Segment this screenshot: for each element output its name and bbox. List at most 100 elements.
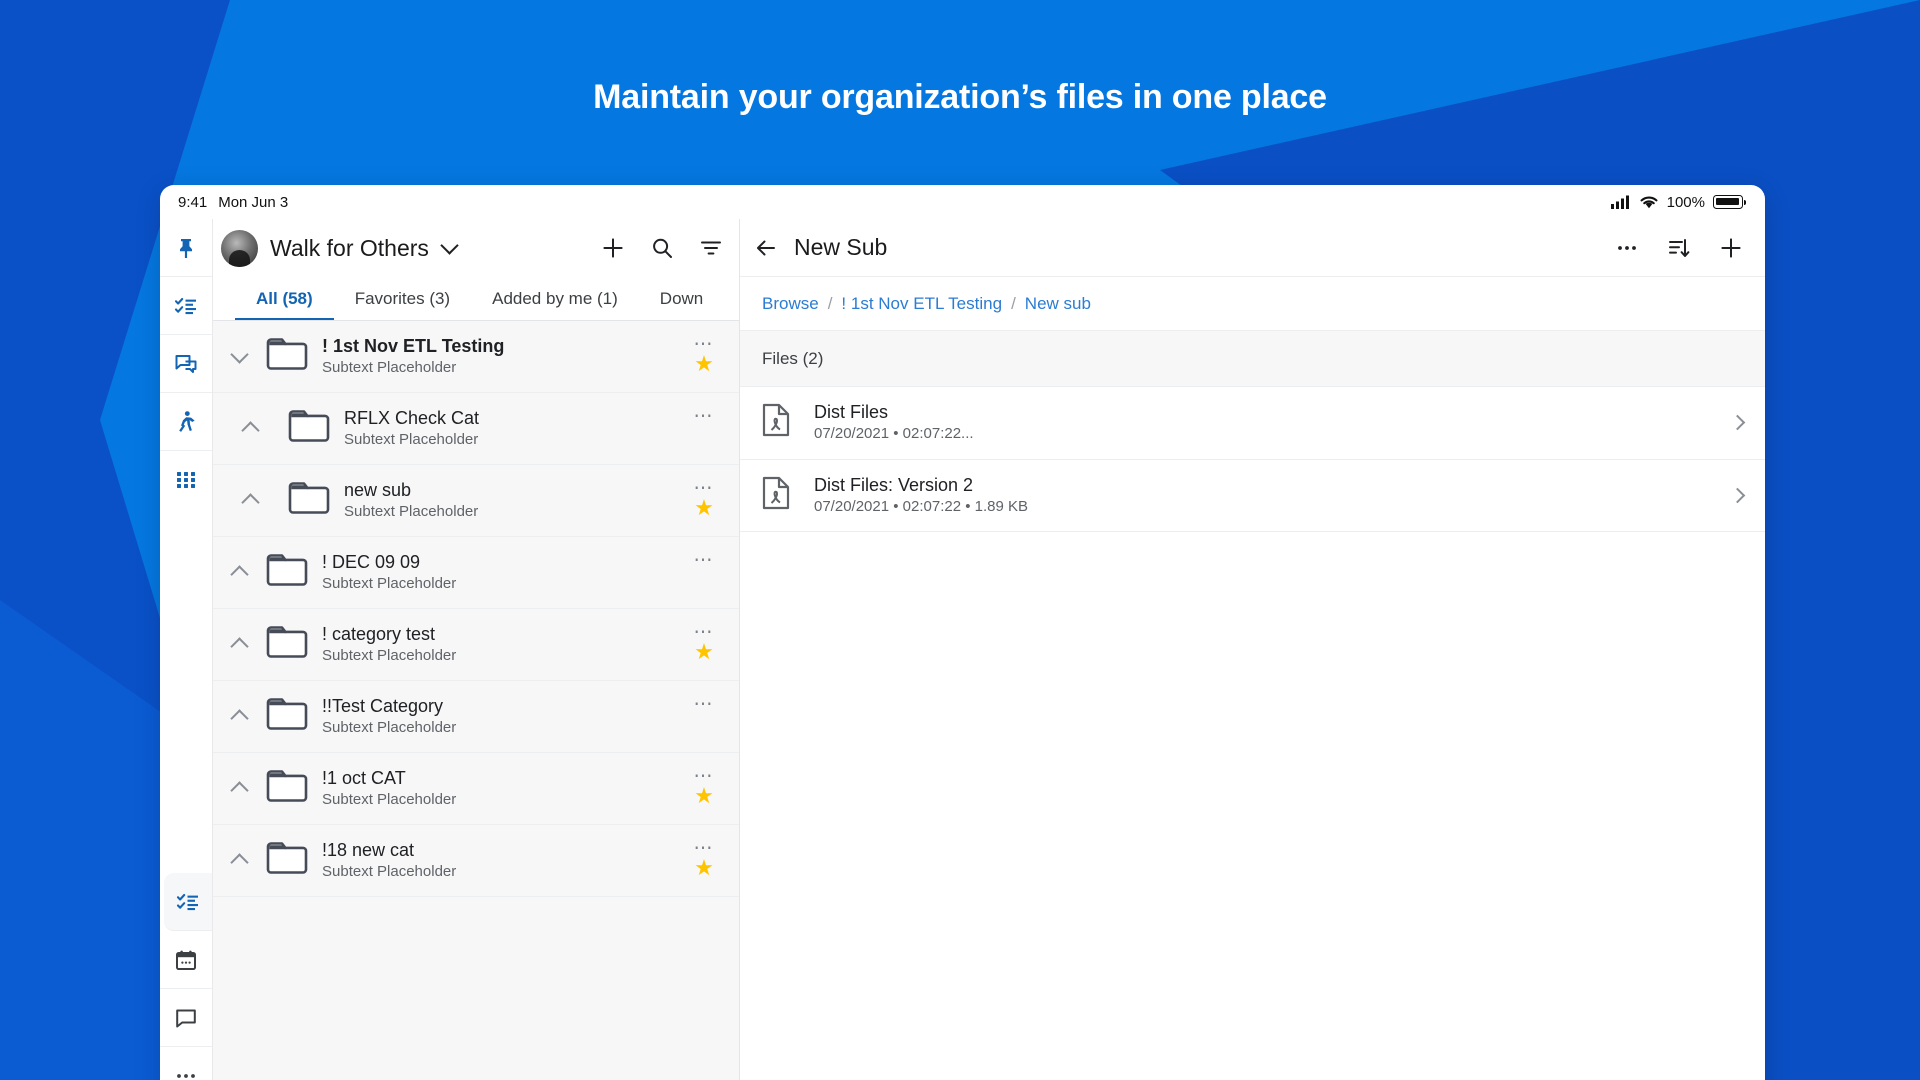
checklist-icon [174,297,196,314]
rail-item-calendar[interactable] [160,931,212,989]
rail-item-pinned[interactable] [160,219,212,277]
chevron-up-icon [229,637,249,656]
folder-expand-toggle[interactable] [213,345,265,365]
folder-icon-wrap [265,840,309,881]
favorite-star-icon[interactable]: ★ [694,353,714,375]
folder-more-button[interactable]: ⋯ [694,767,715,786]
page-title: New Sub [794,234,888,260]
folder-row-actions: ⋯★ [687,479,721,519]
workspace-title[interactable]: Walk for Others [270,235,429,262]
folders-tabs: All (58) Favorites (3) Added by me (1) D… [213,277,739,321]
folder-row[interactable]: !!Test Category Subtext Placeholder ⋯★ [213,681,739,753]
add-file-button[interactable] [1719,236,1743,260]
rail-item-apps[interactable] [160,451,212,509]
tab-downloaded[interactable]: Down [639,289,724,320]
rail-item-activity[interactable] [160,393,212,451]
rail-item-tasks[interactable] [160,277,212,335]
folder-more-button[interactable]: ⋯ [694,479,715,498]
tab-added-by-me[interactable]: Added by me (1) [471,289,639,320]
page-headline: Maintain your organization’s files in on… [593,78,1327,116]
chevron-right-icon[interactable] [1729,487,1746,504]
folder-expand-toggle[interactable] [213,780,265,800]
folder-title: !1 oct CAT [322,768,406,789]
chevron-up-icon [240,493,260,512]
file-name: Dist Files [814,402,889,422]
calendar-icon [176,950,196,970]
folder-row[interactable]: RFLX Check Cat Subtext Placeholder ⋯★ [213,393,739,465]
folder-text: !18 new cat Subtext Placeholder [322,839,687,882]
file-row[interactable]: Dist Files 07/20/2021 • 02:07:22... [740,387,1765,460]
folder-icon [266,626,308,658]
folder-more-button[interactable]: ⋯ [694,695,715,714]
rail-item-more[interactable] [160,1047,212,1080]
folder-row[interactable]: new sub Subtext Placeholder ⋯ ★ [213,465,739,537]
folder-title: !18 new cat [322,840,415,861]
folder-row[interactable]: !18 new cat Subtext Placeholder ⋯ ★ [213,825,739,897]
folder-row[interactable]: ! DEC 09 09 Subtext Placeholder ⋯★ [213,537,739,609]
rail-item-discussions[interactable] [160,335,212,393]
folder-subtitle: Subtext Placeholder [322,359,457,377]
favorite-star-icon[interactable]: ★ [694,497,714,519]
chevron-right-icon[interactable] [1729,415,1746,431]
status-date: Mon Jun 3 [218,193,289,211]
battery-percent-label: 100% [1666,193,1705,211]
folder-row-actions: ⋯★ [687,407,721,445]
arrow-left-icon[interactable] [754,236,778,260]
tab-all[interactable]: All (58) [235,289,334,320]
folder-row-actions: ⋯★ [687,767,721,807]
breadcrumb-item-current[interactable]: New sub [1025,294,1091,314]
folder-subtitle: Subtext Placeholder [322,863,457,881]
folder-text: RFLX Check Cat Subtext Placeholder [344,407,687,450]
folder-more-button[interactable]: ⋯ [694,623,715,642]
tab-favorites[interactable]: Favorites (3) [334,289,471,320]
favorite-star-icon[interactable]: ★ [694,641,714,663]
folder-expand-toggle[interactable] [213,636,265,656]
folder-more-button[interactable]: ⋯ [694,407,715,426]
chevron-up-icon [229,781,249,800]
breadcrumb-item-browse[interactable]: Browse [762,294,819,314]
folder-more-button[interactable]: ⋯ [694,335,715,354]
chevron-down-icon[interactable] [440,235,459,255]
folder-row[interactable]: ! 1st Nov ETL Testing Subtext Placeholder… [213,321,739,393]
folder-expand-toggle[interactable] [213,420,287,440]
more-horizontal-icon [177,1074,195,1078]
folder-row[interactable]: ! category test Subtext Placeholder ⋯ ★ [213,609,739,681]
favorite-star-icon[interactable]: ★ [694,857,714,879]
favorite-star-icon[interactable]: ★ [694,785,714,807]
files-panel-header: New Sub [740,219,1765,277]
add-button[interactable] [601,236,625,260]
pin-icon [180,238,192,258]
folder-more-button[interactable]: ⋯ [694,551,715,570]
folder-expand-toggle[interactable] [213,708,265,728]
breadcrumb-item-parent[interactable]: ! 1st Nov ETL Testing [841,294,1002,314]
folder-expand-toggle[interactable] [213,564,265,584]
folder-subtitle: Subtext Placeholder [322,647,457,665]
folder-expand-toggle[interactable] [213,852,265,872]
more-options-button[interactable] [1615,236,1639,260]
folder-title: ! category test [322,624,436,645]
chevron-down-icon [229,345,249,364]
folder-subtitle: Subtext Placeholder [344,431,479,449]
file-list: Dist Files 07/20/2021 • 02:07:22... Dist F… [740,387,1765,533]
breadcrumb-separator: / [1011,293,1016,313]
avatar[interactable] [221,229,258,267]
folder-icon [266,698,308,730]
search-button[interactable] [650,236,674,260]
sort-button[interactable] [1667,236,1691,260]
folder-icon [288,410,330,442]
folder-icon [288,482,330,514]
filter-button[interactable] [699,236,723,260]
folder-row[interactable]: !1 oct CAT Subtext Placeholder ⋯ ★ [213,753,739,825]
files-empty-area [740,532,1765,1080]
folder-expand-toggle[interactable] [213,492,287,512]
rail-item-messages[interactable] [160,989,212,1047]
folder-more-button[interactable]: ⋯ [694,839,715,858]
folder-text: ! 1st Nov ETL Testing Subtext Placeholder [322,335,687,378]
folder-title: new sub [344,480,412,501]
file-row[interactable]: Dist Files: Version 2 07/20/2021 • 02:07:… [740,459,1765,533]
file-text: Dist Files 07/20/2021 • 02:07:22... [814,387,1732,459]
chevron-up-icon [229,565,249,584]
folder-subtitle: Subtext Placeholder [322,791,457,809]
files-panel: New Sub Browse / ! 1st Nov ETL Testing /… [740,219,1765,1080]
rail-item-lists[interactable] [164,873,212,931]
